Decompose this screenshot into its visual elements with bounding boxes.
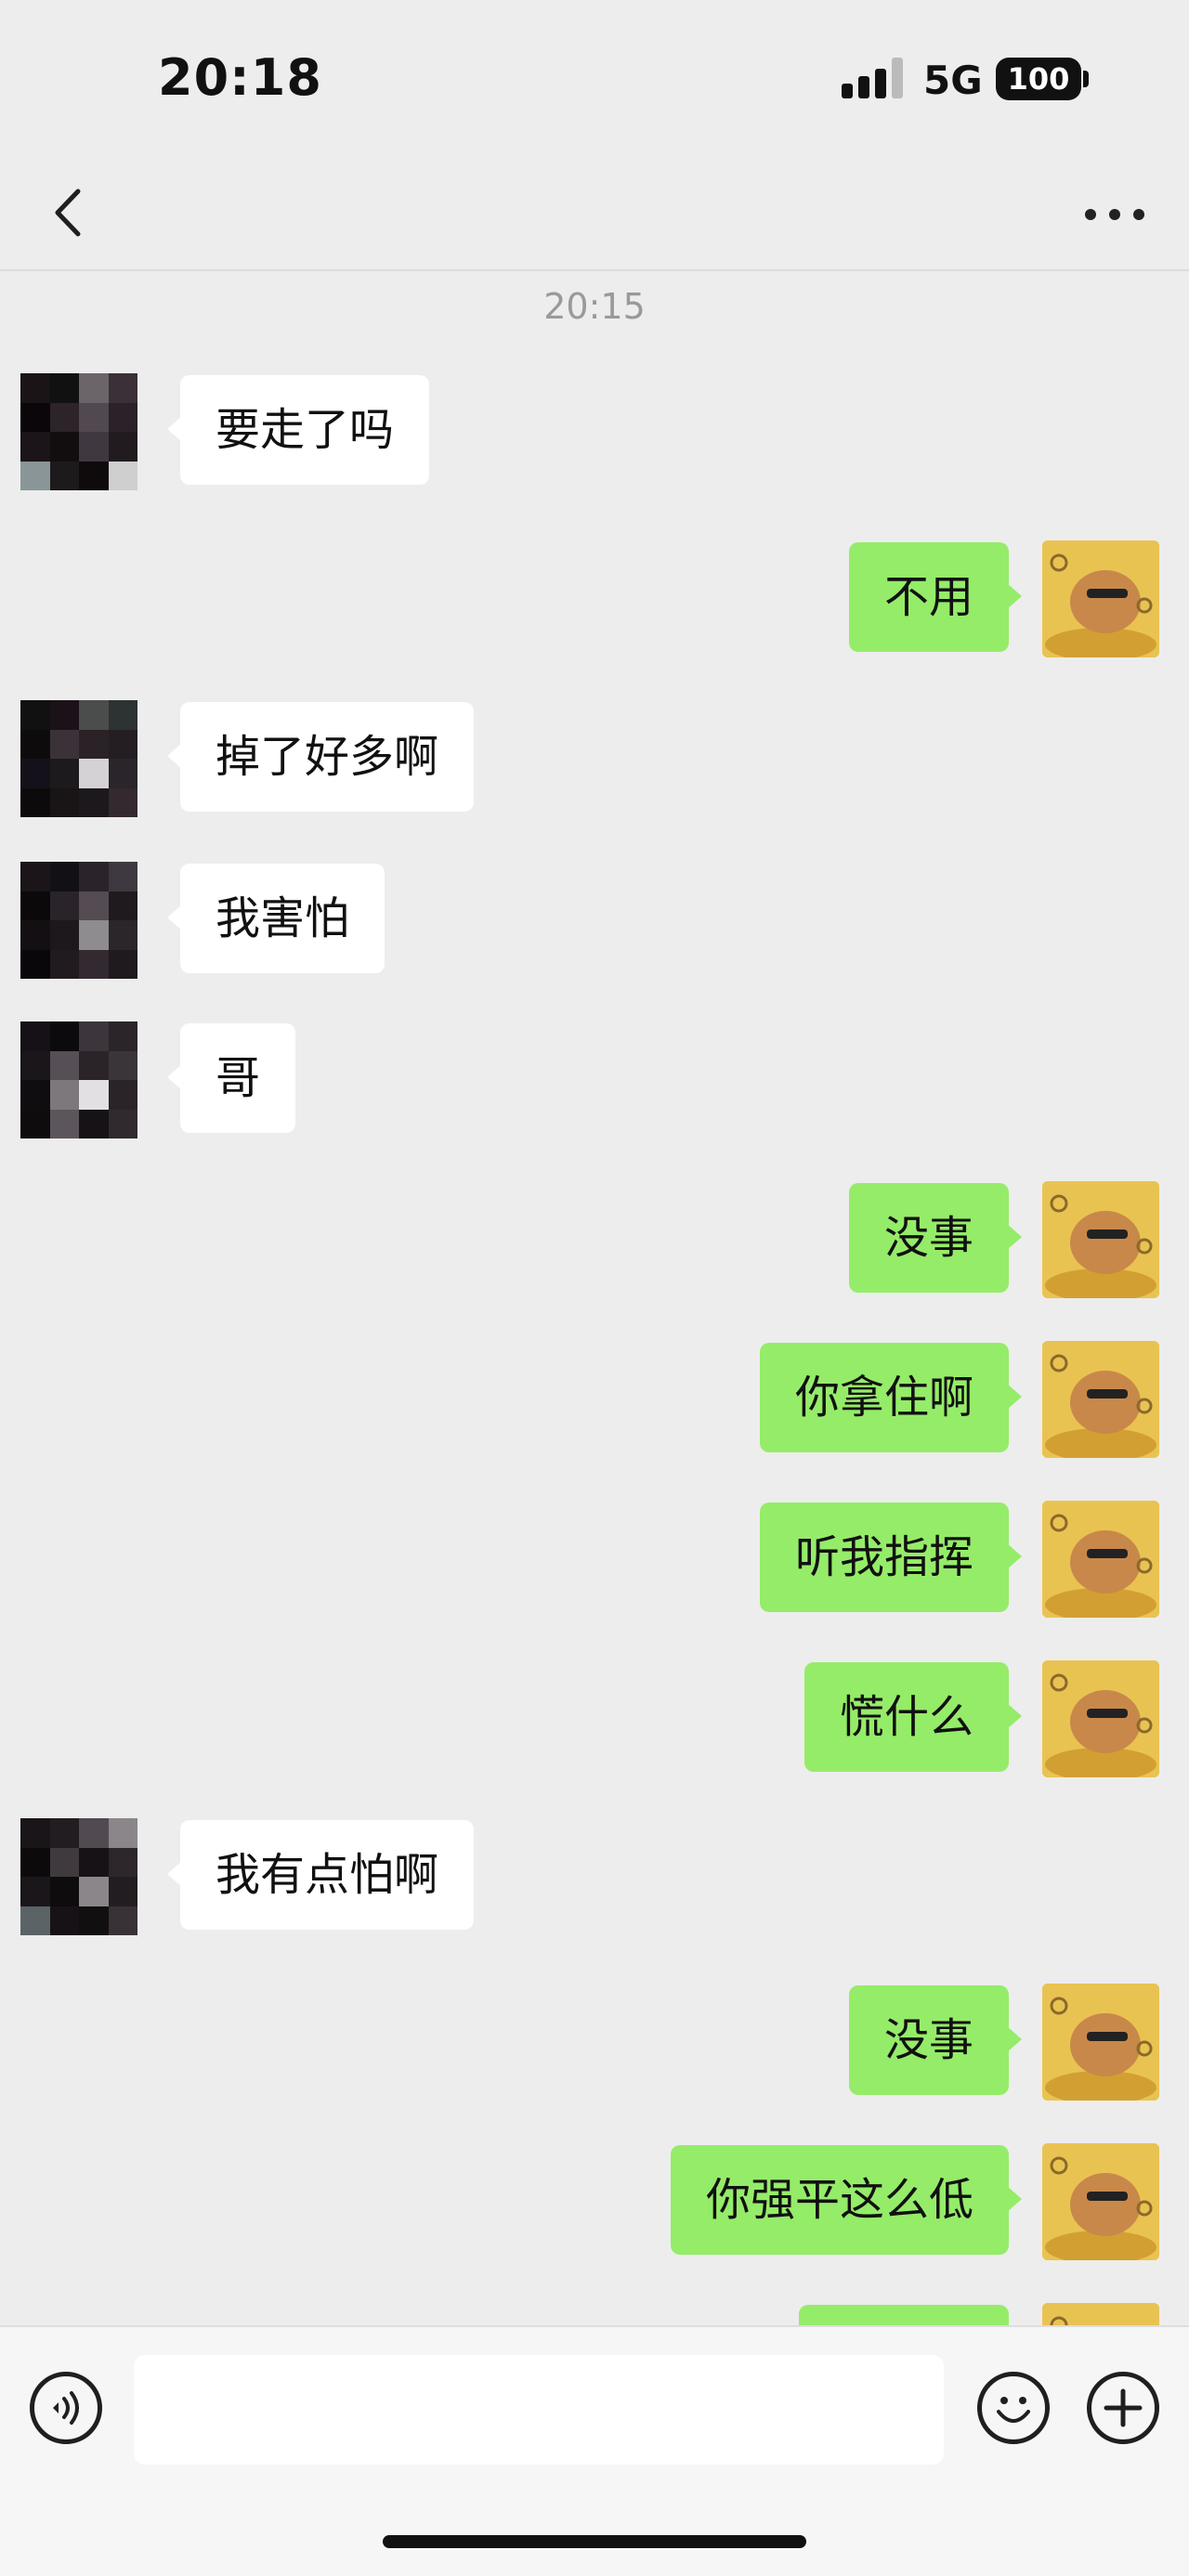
user-avatar-capybara[interactable] bbox=[1042, 1181, 1159, 1298]
outgoing-message[interactable]: 你强平这么低 bbox=[670, 2145, 1023, 2255]
voice-button[interactable] bbox=[30, 2372, 102, 2444]
incoming-message[interactable]: 我害怕 bbox=[166, 864, 385, 973]
message-row: 哥 bbox=[0, 1021, 1189, 1138]
user-avatar-capybara[interactable] bbox=[1042, 1501, 1159, 1618]
message-row: 掉了好多啊 bbox=[0, 700, 1189, 817]
status-bar: 20:18 5G 100 bbox=[0, 0, 1189, 158]
more-button[interactable] bbox=[1078, 182, 1152, 247]
network-type: 5G bbox=[923, 58, 983, 103]
emoji-icon bbox=[997, 2397, 1030, 2423]
capybara-icon bbox=[1042, 2303, 1159, 2325]
message-row: 你拿住啊 bbox=[0, 1341, 1189, 1458]
chat-area[interactable]: 20:15 要走了吗 不用 掉了好多啊 我害怕 哥 没事 你拿住啊 听我指挥 慌… bbox=[0, 271, 1189, 2325]
more-dots-icon bbox=[1085, 209, 1096, 220]
chat-title-redacted bbox=[520, 195, 743, 236]
contact-avatar[interactable] bbox=[20, 1021, 137, 1138]
contact-avatar[interactable] bbox=[20, 373, 137, 490]
back-button[interactable] bbox=[37, 180, 102, 245]
outgoing-message[interactable]: 听我指挥 bbox=[759, 1503, 1023, 1612]
plus-icon bbox=[1104, 2388, 1143, 2427]
outgoing-message[interactable]: 慌什么 bbox=[804, 1662, 1023, 1772]
contact-avatar[interactable] bbox=[20, 1818, 137, 1935]
contact-avatar[interactable] bbox=[20, 700, 137, 817]
capybara-icon bbox=[1042, 1660, 1159, 1777]
incoming-message[interactable]: 我有点怕啊 bbox=[166, 1820, 475, 1930]
message-row: 你强平这么低 bbox=[0, 2143, 1189, 2260]
capybara-icon bbox=[1042, 1181, 1159, 1298]
capybara-icon bbox=[1042, 1984, 1159, 2101]
message-row: 没事 bbox=[0, 1984, 1189, 2101]
message-row: 没事 bbox=[0, 1181, 1189, 1298]
message-row: 不用 bbox=[0, 540, 1189, 657]
outgoing-message[interactable]: 不用 bbox=[848, 542, 1023, 652]
battery-tip bbox=[1083, 71, 1089, 87]
user-avatar-capybara[interactable] bbox=[1042, 2143, 1159, 2260]
user-avatar-capybara[interactable] bbox=[1042, 1660, 1159, 1777]
message-row: 慌什么 bbox=[0, 1660, 1189, 1777]
user-avatar-capybara[interactable] bbox=[1042, 1341, 1159, 1458]
message-row: 要走了吗 bbox=[0, 373, 1189, 490]
outgoing-message[interactable]: 你拿住啊 bbox=[759, 1343, 1023, 1452]
user-avatar-capybara[interactable] bbox=[1042, 2303, 1159, 2325]
message-row bbox=[0, 2303, 1189, 2325]
incoming-message[interactable]: 哥 bbox=[166, 1023, 296, 1133]
user-avatar-capybara[interactable] bbox=[1042, 540, 1159, 657]
chevron-left-icon bbox=[55, 189, 81, 237]
battery-icon: 100 bbox=[996, 58, 1081, 100]
capybara-icon bbox=[1042, 1341, 1159, 1458]
contact-avatar[interactable] bbox=[20, 862, 137, 979]
signal-icon bbox=[842, 58, 903, 98]
message-row: 听我指挥 bbox=[0, 1501, 1189, 1618]
message-timestamp: 20:15 bbox=[543, 286, 646, 327]
outgoing-message[interactable]: 没事 bbox=[848, 1985, 1023, 2095]
outgoing-message[interactable] bbox=[799, 2305, 1009, 2325]
outgoing-message[interactable]: 没事 bbox=[848, 1183, 1023, 1293]
message-row: 我有点怕啊 bbox=[0, 1818, 1189, 1935]
home-indicator bbox=[383, 2535, 806, 2548]
user-avatar-capybara[interactable] bbox=[1042, 1984, 1159, 2101]
message-row: 我害怕 bbox=[0, 862, 1189, 979]
plus-button[interactable] bbox=[1087, 2372, 1159, 2444]
incoming-message[interactable]: 掉了好多啊 bbox=[166, 702, 475, 812]
capybara-icon bbox=[1042, 1501, 1159, 1618]
nav-bar bbox=[0, 158, 1189, 271]
message-input[interactable] bbox=[134, 2355, 944, 2465]
incoming-message[interactable]: 要走了吗 bbox=[166, 375, 430, 485]
emoji-button[interactable] bbox=[977, 2372, 1050, 2444]
status-time: 20:18 bbox=[158, 48, 322, 107]
capybara-icon bbox=[1042, 540, 1159, 657]
capybara-icon bbox=[1042, 2143, 1159, 2260]
voice-icon bbox=[53, 2391, 79, 2425]
